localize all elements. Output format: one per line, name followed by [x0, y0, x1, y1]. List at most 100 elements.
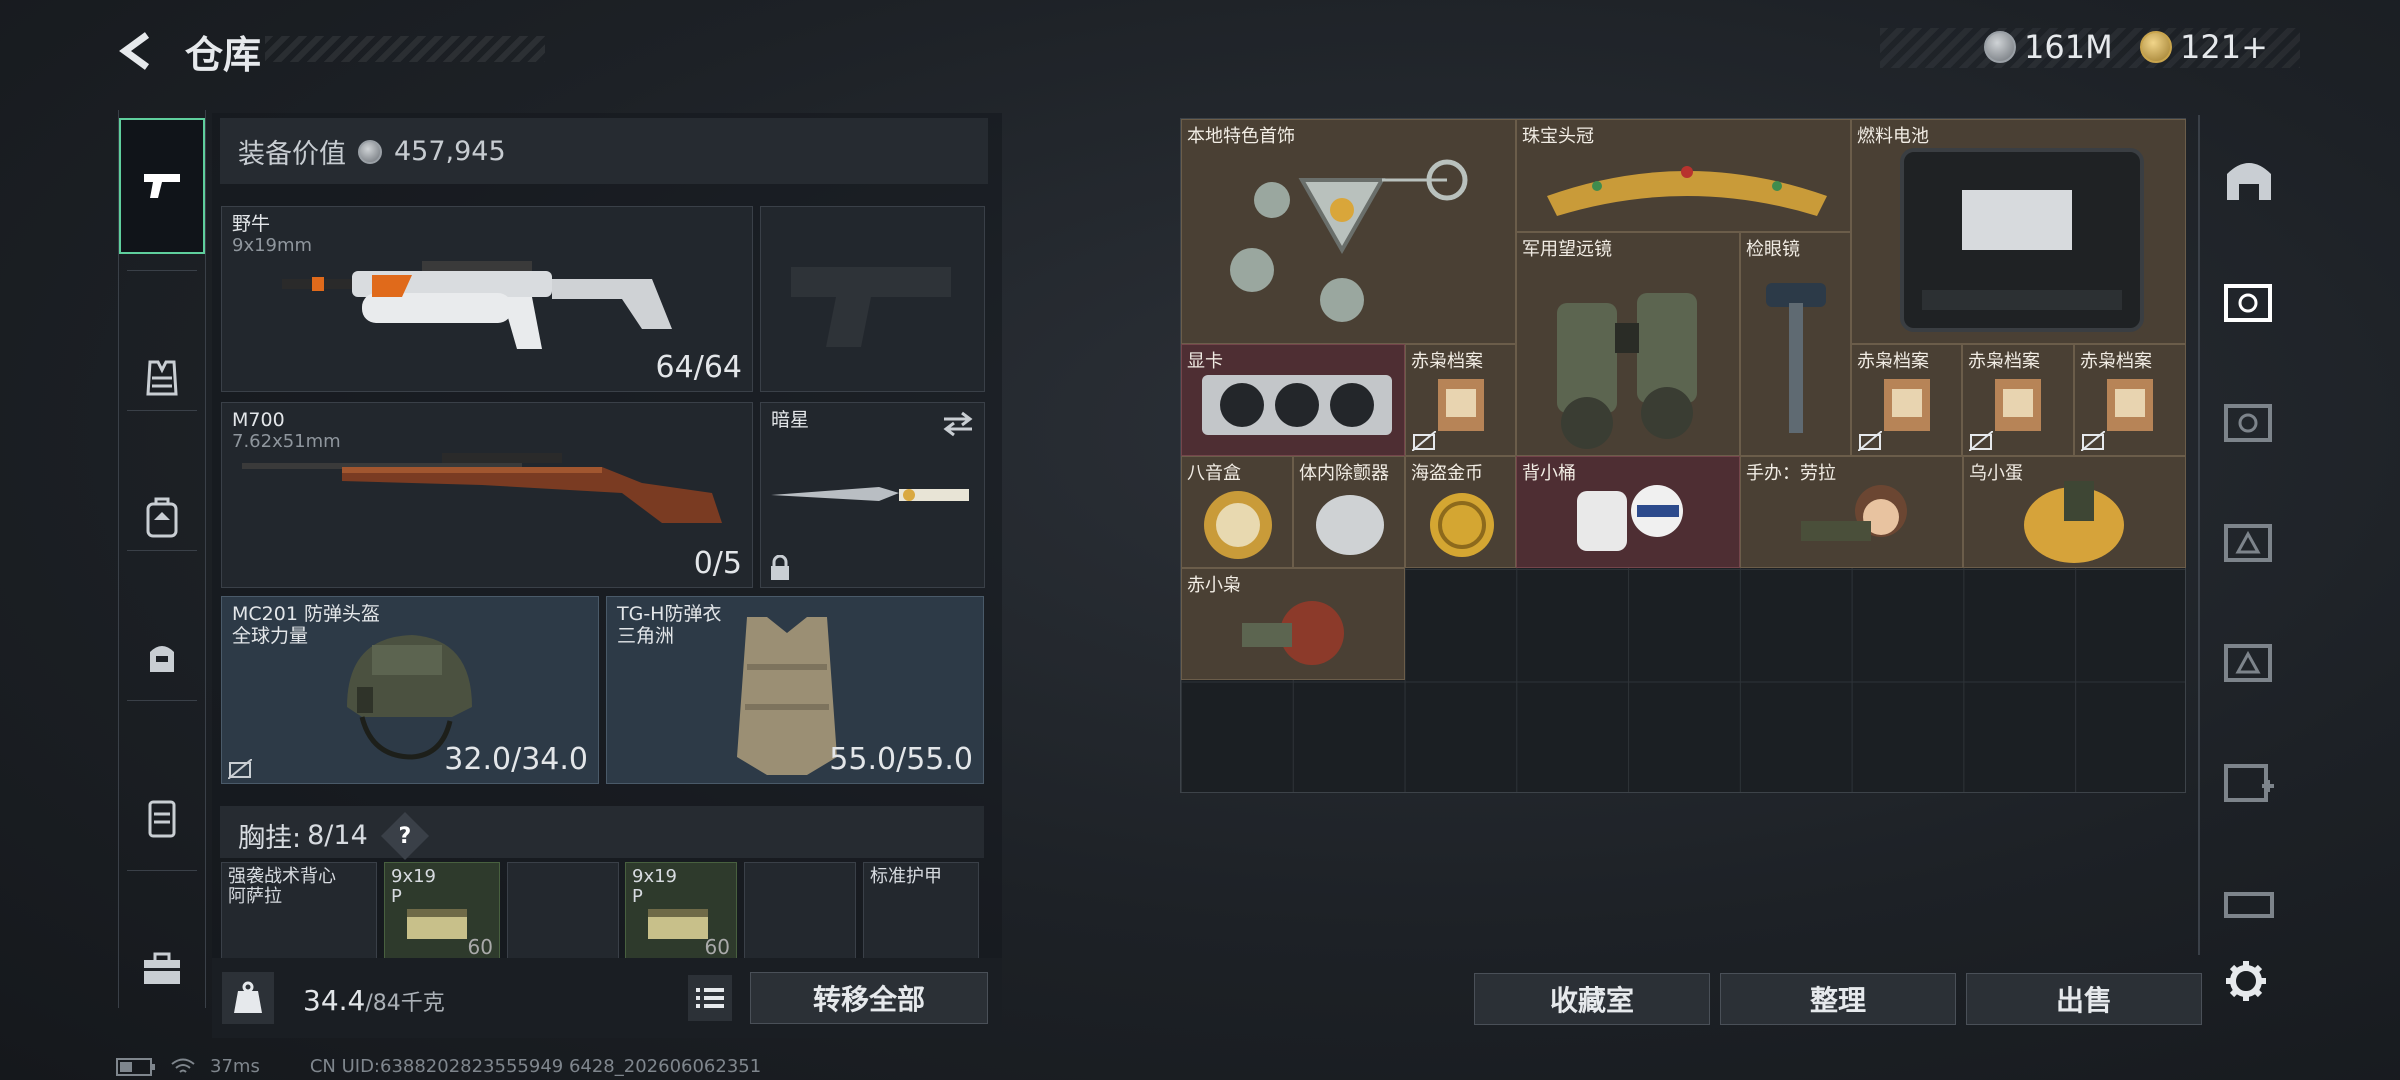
dossier-image [1995, 379, 2041, 431]
primary-weapon-slot[interactable]: 野牛 9x19mm 64/64 [221, 206, 753, 392]
medkit-tier-icon [2224, 764, 2274, 802]
nav-storage-page-9[interactable] [2214, 865, 2284, 935]
case-icon [148, 800, 176, 838]
transfer-all-button[interactable]: 转移全部 [750, 972, 988, 1024]
jewelry-image [1230, 159, 1468, 322]
rig-slot-vest[interactable]: 强袭战术背心 阿萨拉 [221, 862, 377, 962]
rig-slot-ammo[interactable]: 9x19 P 60 [384, 862, 500, 962]
nav-chest-rig[interactable] [119, 310, 205, 446]
storage-item[interactable]: 赤枭档案 [1405, 344, 1516, 456]
storage-page-nav [2198, 115, 2286, 955]
dossier-image [1438, 379, 1484, 431]
ping-readout: 37ms [210, 1056, 260, 1077]
storage-item[interactable]: 乌小蛋 [1963, 456, 2186, 568]
nav-warehouse-home[interactable] [2214, 145, 2284, 215]
defibrillator-image [1316, 495, 1384, 555]
storage-item[interactable]: 赤枭档案 [2074, 344, 2186, 456]
no-trade-icon [228, 759, 252, 779]
pouch-icon [150, 646, 174, 672]
nav-storage-page-5[interactable] [2214, 385, 2284, 455]
status-bar: 37ms CN UID:6388202823555949 6428_202606… [116, 1056, 761, 1077]
gear-icon [2226, 961, 2266, 1001]
swap-icon[interactable] [942, 411, 974, 437]
storage-item[interactable]: 八音盒 [1181, 456, 1293, 568]
ticket-amount: 121+ [2180, 28, 2268, 66]
storage-item[interactable]: 本地特色首饰 [1181, 119, 1516, 344]
back-button[interactable] [112, 28, 162, 74]
weight-readout: 34.4/84千克 [303, 984, 445, 1017]
armor-slot[interactable]: TG-H防弹衣 三角洲 55.0/55.0 [606, 596, 984, 784]
no-trade-icon [2081, 431, 2105, 451]
no-trade-icon [1412, 431, 1436, 451]
ophthalmoscope-image [1766, 283, 1826, 433]
storage-item[interactable]: 体内除颤器 [1293, 456, 1405, 568]
lock-icon [771, 555, 789, 580]
nav-storage-page-4[interactable] [2214, 265, 2284, 335]
nav-storage-page-7[interactable] [2214, 625, 2284, 695]
no-trade-icon [1858, 431, 1882, 451]
helmet-slot[interactable]: MC201 防弹头盔 全球力量 32.0/34.0 [221, 596, 599, 784]
rig-slot-armor-plate[interactable]: 标准护甲 [863, 862, 979, 962]
dossier-image [2107, 379, 2153, 431]
dossier-image [1884, 379, 1930, 431]
storage-item[interactable]: 珠宝头冠 [1516, 119, 1851, 232]
gun-case-tier-icon [2224, 892, 2274, 918]
storage-item[interactable]: 赤小枭 [1181, 568, 1405, 680]
melee-slot[interactable]: 暗星 [760, 402, 985, 588]
page-title: 仓库 [185, 33, 262, 77]
coin-balance[interactable]: 161M [1984, 28, 2113, 66]
nav-safebox[interactable] [119, 750, 205, 886]
nav-toolbox[interactable] [119, 900, 205, 1036]
nav-storage-page-6[interactable] [2214, 505, 2284, 575]
music-box-image [1204, 491, 1272, 559]
equipment-category-nav [118, 110, 206, 1008]
no-trade-icon [1969, 431, 1993, 451]
nav-pouch[interactable] [119, 590, 205, 726]
fuel-cell-image [1900, 148, 2144, 332]
list-view-button[interactable] [688, 975, 732, 1021]
pistol-placeholder-icon [791, 267, 951, 347]
secondary-weapon-slot[interactable]: M700 7.62x51mm 0/5 [221, 402, 753, 588]
figurine-image [1242, 601, 1344, 665]
nav-backpack[interactable] [119, 450, 205, 586]
settings-button[interactable] [2220, 955, 2272, 1007]
ticket-balance[interactable]: 121+ [2140, 28, 2268, 66]
ticket-icon [2140, 31, 2172, 63]
nav-storage-page-8[interactable] [2214, 745, 2284, 815]
weight-icon [222, 972, 274, 1024]
storage-item[interactable]: 赤枭档案 [1962, 344, 2074, 456]
sort-button[interactable]: 整理 [1720, 973, 1956, 1025]
figurine-image [1801, 485, 1907, 541]
storage-item[interactable]: 背小桶 [1516, 456, 1740, 568]
storage-item[interactable]: 检眼镜 [1740, 232, 1851, 456]
ammo-box-icon [407, 909, 467, 939]
help-button[interactable]: ? [380, 811, 429, 860]
wifi-icon [171, 1058, 195, 1073]
storage-item[interactable]: 军用望远镜 [1516, 232, 1740, 456]
nav-weapons[interactable] [119, 118, 205, 254]
chest-rig-count: 8/14 [307, 820, 368, 851]
battery-icon [116, 1057, 155, 1076]
warehouse-icon [2227, 163, 2271, 200]
list-icon [696, 988, 724, 1008]
storage-item[interactable]: 赤枭档案 [1851, 344, 1962, 456]
storage-item[interactable]: 手办：劳拉 [1740, 456, 1963, 568]
chest-rig-capacity: 胸挂: 8/14 ? [238, 811, 429, 860]
graphics-card-image [1202, 375, 1392, 435]
collection-room-button[interactable]: 收藏室 [1474, 973, 1710, 1025]
coin-amount: 161M [2024, 28, 2113, 66]
sidearm-slot[interactable] [760, 206, 985, 392]
sniper-rifle-image [242, 453, 722, 523]
toolbox-icon [144, 952, 180, 984]
rig-slot-empty[interactable] [507, 862, 619, 962]
binoculars-image [1557, 293, 1697, 449]
storage-item[interactable]: 海盗金币 [1405, 456, 1516, 568]
storage-item[interactable]: 显卡 [1181, 344, 1405, 456]
rig-slot-empty[interactable] [744, 862, 856, 962]
sell-button[interactable]: 出售 [1966, 973, 2202, 1025]
storage-item[interactable]: 燃料电池 [1851, 119, 2186, 344]
gold-coin-image [1430, 493, 1494, 557]
case-tier-icon [2224, 284, 2272, 322]
case-tier-icon [2224, 644, 2272, 682]
rig-slot-ammo[interactable]: 9x19 P 60 [625, 862, 737, 962]
